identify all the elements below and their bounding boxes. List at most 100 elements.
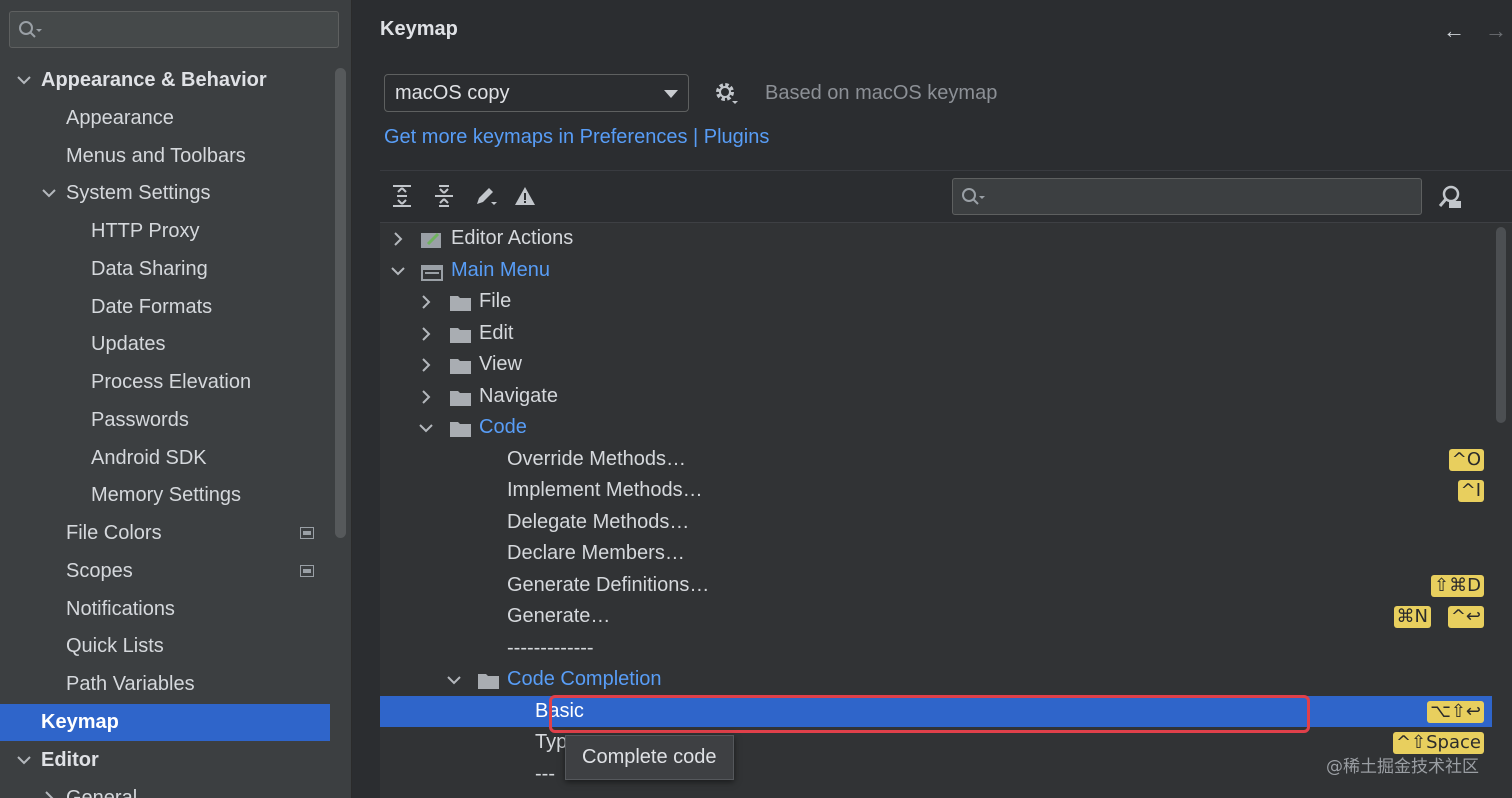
back-arrow-icon[interactable]: ← bbox=[1443, 18, 1465, 44]
sidebar-item-updates[interactable]: Updates bbox=[91, 326, 166, 363]
sidebar-item-path-variables[interactable]: Path Variables bbox=[66, 666, 195, 703]
tree-row-separator: ------------- bbox=[380, 633, 1492, 665]
sidebar-item-appearance-behavior[interactable]: Appearance & Behavior bbox=[17, 62, 267, 99]
sidebar-item-label: General bbox=[66, 787, 138, 798]
sidebar-item-label: Process Elevation bbox=[91, 371, 252, 393]
sidebar-item-data-sharing[interactable]: Data Sharing bbox=[91, 251, 208, 288]
tree-row-declare-members[interactable]: Declare Members… bbox=[380, 538, 1492, 570]
find-by-shortcut-icon[interactable] bbox=[1437, 184, 1465, 216]
sidebar-item-keymap[interactable]: Keymap bbox=[0, 704, 330, 741]
sidebar-item-file-colors[interactable]: File Colors bbox=[66, 515, 330, 552]
chevron-right-icon[interactable] bbox=[418, 389, 434, 405]
chevron-down-icon[interactable] bbox=[16, 72, 32, 88]
sidebar-item-label: HTTP Proxy bbox=[91, 220, 200, 242]
tree-scrollbar[interactable] bbox=[1496, 227, 1506, 423]
search-icon bbox=[961, 187, 985, 213]
sidebar-item-label: System Settings bbox=[66, 182, 211, 204]
project-level-icon bbox=[300, 527, 314, 539]
sidebar-item-scopes[interactable]: Scopes bbox=[66, 553, 330, 590]
tree-row-generate-definitions[interactable]: Generate Definitions… ⇧⌘D bbox=[380, 570, 1492, 602]
gear-icon[interactable] bbox=[713, 80, 741, 114]
sidebar-item-system-settings[interactable]: System Settings bbox=[42, 175, 211, 212]
tree-row-label: File bbox=[479, 290, 512, 312]
sidebar-item-passwords[interactable]: Passwords bbox=[91, 402, 189, 439]
chevron-down-icon[interactable] bbox=[446, 672, 462, 688]
sidebar-item-label: Keymap bbox=[41, 711, 119, 733]
project-level-icon bbox=[300, 565, 314, 577]
sidebar-item-label: Data Sharing bbox=[91, 258, 208, 280]
sidebar-item-label: File Colors bbox=[66, 522, 162, 544]
warning-icon[interactable] bbox=[513, 184, 537, 214]
page-title: Keymap bbox=[380, 18, 458, 40]
sidebar-item-general[interactable]: General bbox=[45, 780, 138, 798]
tree-row-label: --- bbox=[535, 762, 555, 785]
keymap-select[interactable]: macOS copy bbox=[384, 74, 689, 112]
tree-row-override-methods[interactable]: Override Methods… ^O bbox=[380, 444, 1492, 476]
get-more-keymaps-link[interactable]: Get more keymaps in Preferences | Plugin… bbox=[384, 126, 769, 149]
collapse-all-icon[interactable] bbox=[433, 184, 455, 214]
sidebar-item-label: Date Formats bbox=[91, 296, 213, 318]
toolbar-divider bbox=[380, 170, 1512, 171]
action-search-input[interactable] bbox=[952, 178, 1422, 215]
tree-row-label: Override Methods… bbox=[507, 447, 686, 470]
chevron-down-icon[interactable] bbox=[41, 185, 57, 201]
sidebar-item-process-elevation[interactable]: Process Elevation bbox=[91, 364, 251, 401]
chevron-right-icon[interactable] bbox=[41, 790, 57, 798]
chevron-right-icon[interactable] bbox=[418, 326, 434, 342]
shortcut-badge: ^O bbox=[1448, 448, 1484, 471]
tree-row-code[interactable]: Code bbox=[380, 412, 1492, 444]
tree-row-label: ------------- bbox=[507, 636, 594, 659]
sidebar-scrollbar[interactable] bbox=[335, 68, 346, 538]
chevron-down-icon[interactable] bbox=[16, 752, 32, 768]
sidebar-item-label: Passwords bbox=[91, 409, 189, 431]
chevron-right-icon[interactable] bbox=[390, 231, 406, 247]
sidebar-item-memory-settings[interactable]: Memory Settings bbox=[91, 477, 241, 514]
settings-search-input[interactable] bbox=[9, 11, 339, 48]
sidebar-item-http-proxy[interactable]: HTTP Proxy bbox=[91, 213, 200, 250]
sidebar-item-label: Notifications bbox=[66, 598, 175, 620]
tree-row-label: Main Menu bbox=[451, 258, 550, 281]
forward-arrow-icon[interactable]: → bbox=[1485, 18, 1507, 44]
sidebar-item-android-sdk[interactable]: Android SDK bbox=[91, 440, 207, 477]
tree-row-basic[interactable]: Basic ⌥⇧↩ bbox=[380, 695, 1492, 727]
tree-row-main-menu[interactable]: Main Menu bbox=[380, 255, 1492, 287]
tree-row-delegate-methods[interactable]: Delegate Methods… bbox=[380, 507, 1492, 539]
tree-row-view[interactable]: View bbox=[380, 349, 1492, 381]
tree-row-label: Generate Definitions… bbox=[507, 573, 710, 596]
search-icon bbox=[18, 20, 42, 46]
sidebar-item-label: Appearance & Behavior bbox=[41, 69, 267, 91]
chevron-down-icon[interactable] bbox=[390, 263, 406, 279]
sidebar-item-date-formats[interactable]: Date Formats bbox=[91, 289, 212, 326]
keymap-panel: Keymap ← → macOS copy Based on macOS key… bbox=[353, 0, 1512, 798]
keymap-select-value: macOS copy bbox=[395, 82, 510, 104]
expand-all-icon[interactable] bbox=[391, 184, 413, 214]
sidebar-item-label: Scopes bbox=[66, 560, 133, 582]
tree-row-label: Generate… bbox=[507, 605, 611, 627]
sidebar-item-appearance[interactable]: Appearance bbox=[66, 100, 174, 137]
edit-shortcut-icon[interactable] bbox=[473, 184, 499, 214]
tree-row-navigate[interactable]: Navigate bbox=[380, 381, 1492, 413]
tree-row-label: Editor Actions bbox=[451, 227, 574, 249]
tree-row-label: Implement Methods… bbox=[507, 479, 703, 501]
sidebar-item-quick-lists[interactable]: Quick Lists bbox=[66, 628, 164, 665]
tree-row-code-completion[interactable]: Code Completion bbox=[380, 664, 1492, 696]
tree-row-edit[interactable]: Edit bbox=[380, 318, 1492, 350]
tree-row-label: Navigate bbox=[479, 384, 558, 407]
sidebar-item-notifications[interactable]: Notifications bbox=[66, 591, 175, 628]
tree-row-generate[interactable]: Generate… ⌘N ^↩ bbox=[380, 601, 1492, 633]
sidebar-item-label: Memory Settings bbox=[91, 484, 242, 506]
tree-row-label: Edit bbox=[479, 321, 514, 344]
sidebar-item-label: Path Variables bbox=[66, 673, 195, 695]
tree-row-file[interactable]: File bbox=[380, 286, 1492, 318]
chevron-down-icon[interactable] bbox=[418, 420, 434, 436]
tree-row-implement-methods[interactable]: Implement Methods… ^I bbox=[380, 475, 1492, 507]
tree-row-editor-actions[interactable]: Editor Actions bbox=[380, 223, 1492, 255]
watermark: @稀土掘金技术社区 bbox=[1326, 757, 1479, 777]
sidebar-item-label: Menus and Toolbars bbox=[66, 145, 246, 167]
chevron-right-icon[interactable] bbox=[418, 294, 434, 310]
chevron-right-icon[interactable] bbox=[418, 357, 434, 373]
sidebar-item-label: Quick Lists bbox=[66, 635, 164, 657]
sidebar-item-menus-toolbars[interactable]: Menus and Toolbars bbox=[66, 138, 246, 175]
sidebar-item-label: Android SDK bbox=[91, 447, 207, 469]
sidebar-item-editor[interactable]: Editor bbox=[17, 742, 99, 779]
